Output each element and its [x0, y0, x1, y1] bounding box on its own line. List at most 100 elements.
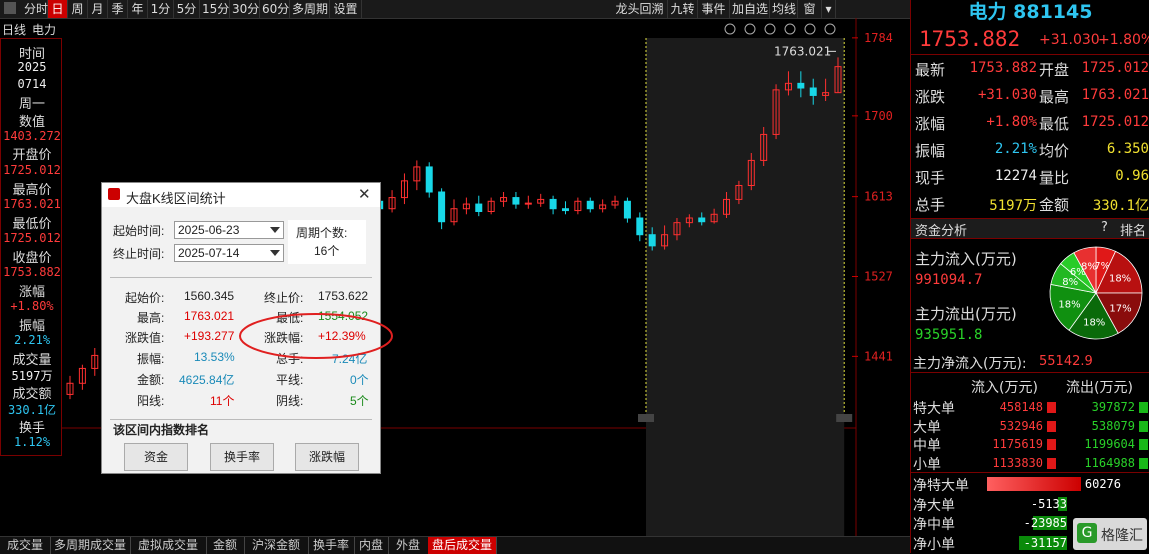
- amp-value: 13.53%: [194, 350, 235, 364]
- fund-analysis-tab[interactable]: 资金分析: [915, 220, 967, 239]
- value-label: 数值: [18, 115, 45, 130]
- period-tab-12[interactable]: 设置: [330, 0, 362, 18]
- outflow-value: 935951.8: [915, 327, 983, 343]
- rank-turnover-button[interactable]: 换手率: [210, 443, 274, 471]
- last-price: 1753.882: [919, 27, 1021, 51]
- period-tab-2[interactable]: 周: [68, 0, 88, 18]
- net-type-label: 净中单: [913, 517, 955, 533]
- period-toolbar: 分时日周月季年 1分 5分 15分 30分 60分 多周期 设置 龙头回溯 九转 事件 加自选 均线窗 ▾: [0, 0, 910, 19]
- flow-type-label: 小单: [913, 456, 941, 473]
- period-tab-1[interactable]: 日: [48, 0, 68, 18]
- period-tab-0[interactable]: 分时: [22, 0, 48, 18]
- quote-label: 总手: [915, 196, 946, 214]
- start-date-select[interactable]: 2025-06-23: [174, 221, 284, 239]
- quote-label: 现手: [915, 169, 946, 187]
- quote-value: 1725.012: [1081, 60, 1149, 76]
- refresh-icon[interactable]: [764, 23, 776, 35]
- period-tab-10[interactable]: 60分: [260, 0, 290, 18]
- chg-value-label: 涨跌值:: [125, 331, 165, 345]
- toolbar-right-0[interactable]: 龙头回溯: [612, 0, 668, 18]
- indicator-tab-3[interactable]: 金额: [206, 537, 245, 554]
- menu-icon[interactable]: [4, 2, 16, 14]
- dialog-titlebar[interactable]: 大盘K线区间统计 ✕: [102, 183, 380, 207]
- net-flow-value: -5133: [1030, 496, 1067, 511]
- divider: [110, 419, 372, 420]
- period-tab-5[interactable]: 年: [128, 0, 148, 18]
- eye-icon[interactable]: [724, 23, 736, 35]
- quote-value: 1725.012: [1081, 114, 1149, 130]
- period-tab-11[interactable]: 多周期: [290, 0, 330, 18]
- candle-body: [636, 217, 644, 236]
- net-inflow-label: 主力净流入(万元):: [913, 356, 1027, 372]
- toolbar-right-4[interactable]: 均线: [770, 0, 798, 18]
- candle-body: [512, 197, 520, 205]
- period-tab-9[interactable]: 30分: [230, 0, 260, 18]
- toolbar-right-3[interactable]: 加自选: [730, 0, 770, 18]
- amp-label: 振幅: [18, 319, 45, 334]
- selected-interval-bg: [646, 38, 845, 538]
- end-date-select[interactable]: 2025-07-14: [174, 244, 284, 262]
- watermark-text: 格隆汇: [1101, 528, 1143, 544]
- flow-in-value: 458148: [999, 400, 1043, 414]
- pie-label: 8%: [1081, 261, 1097, 272]
- indicator-tab-0[interactable]: 成交量: [0, 537, 51, 554]
- range-handle-left[interactable]: [638, 414, 654, 422]
- indicator-tab-4[interactable]: 沪深金额: [244, 537, 309, 554]
- close-label: 收盘价: [12, 251, 52, 266]
- period-tab-8[interactable]: 15分: [200, 0, 230, 18]
- period-tab-3[interactable]: 月: [88, 0, 108, 18]
- turn-value: 1.12%: [13, 435, 51, 449]
- high-label: 最高:: [137, 311, 165, 325]
- watermark-logo: G 格隆汇: [1073, 518, 1147, 550]
- quote-label: 最新: [915, 61, 946, 79]
- toolbar-dropdown-icon[interactable]: ▾: [822, 0, 836, 18]
- logo-icon: G: [1077, 523, 1097, 543]
- quote-value: 1753.882: [969, 60, 1037, 76]
- quote-label: 金额: [1039, 196, 1070, 214]
- candle-body: [561, 208, 569, 212]
- weekday-value: 周一: [18, 97, 45, 112]
- chevron-down-icon: [270, 250, 280, 256]
- quote-value: 1763.021: [1081, 87, 1149, 103]
- close-icon[interactable]: ✕: [358, 185, 371, 203]
- period-tab-6[interactable]: 1分: [148, 0, 174, 18]
- indicator-tab-6[interactable]: 内盘: [354, 537, 389, 554]
- low-value: 1725.012: [3, 231, 61, 245]
- indicator-tab-8[interactable]: 盘后成交量: [428, 537, 497, 554]
- y-tick-label: 1527: [864, 270, 893, 284]
- period-tab-4[interactable]: 季: [108, 0, 128, 18]
- start-time-label: 起始时间:: [113, 224, 165, 238]
- indicator-tab-2[interactable]: 虚拟成交量: [130, 537, 207, 554]
- vol-label: 成交量: [12, 353, 52, 368]
- y-tick-label: 1700: [864, 109, 893, 123]
- amp-label: 振幅:: [137, 352, 165, 366]
- help-icon[interactable]: ?: [1101, 220, 1108, 235]
- fund-pie-chart: 7%18%17%18%18%8%6%8%: [1049, 246, 1143, 340]
- end-time-label: 终止时间:: [113, 247, 165, 261]
- hand-icon[interactable]: [744, 23, 756, 35]
- amount-value: 4625.84亿: [179, 373, 235, 387]
- chg-value: +1.80%: [10, 299, 54, 313]
- open-value: 1725.012: [3, 163, 61, 177]
- rank-fund-button[interactable]: 资金: [124, 443, 188, 471]
- indicator-tab-7[interactable]: 外盘: [388, 537, 429, 554]
- pie-label: 18%: [1083, 317, 1105, 328]
- flow-out-bar: [1139, 457, 1148, 469]
- flow-out-value: 1199604: [1084, 437, 1135, 451]
- toolbar-right-2[interactable]: 事件: [698, 0, 730, 18]
- close-icon[interactable]: [824, 23, 836, 35]
- indicator-tab-5[interactable]: 换手率: [308, 537, 355, 554]
- toolbar-right-5[interactable]: 窗: [798, 0, 822, 18]
- quote-row: 涨跌 +31.030 最高 1763.021: [911, 83, 1149, 110]
- rank-tab[interactable]: 排名: [1120, 220, 1146, 239]
- rank-chg-button[interactable]: 涨跌幅: [295, 443, 359, 471]
- indicator-tab-1[interactable]: 多周期成交量: [50, 537, 131, 554]
- zoom-in-icon[interactable]: [784, 23, 796, 35]
- toolbar-right-1[interactable]: 九转: [668, 0, 698, 18]
- flow-in-value: 532946: [999, 418, 1043, 433]
- y-tick-label: 1784: [864, 31, 893, 45]
- zoom-out-icon[interactable]: [804, 23, 816, 35]
- period-tab-7[interactable]: 5分: [174, 0, 200, 18]
- range-handle-right[interactable]: [836, 414, 853, 422]
- divider: [110, 277, 372, 278]
